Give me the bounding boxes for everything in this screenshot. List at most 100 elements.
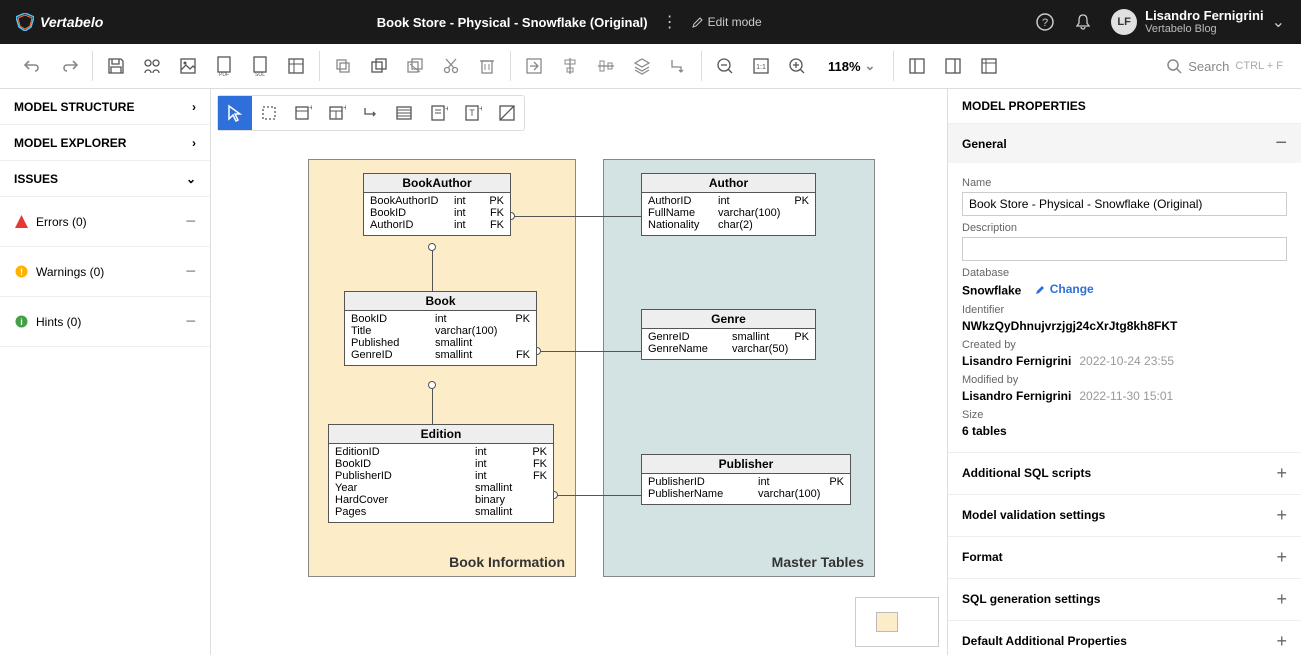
col-key: PK [484, 195, 504, 207]
add-reference-tool[interactable] [354, 96, 388, 130]
reroute-icon[interactable] [665, 53, 691, 79]
col-type: smallint [435, 337, 510, 349]
table-genre[interactable]: Genre GenreIDsmallintPK GenreNamevarchar… [641, 309, 816, 360]
section-general[interactable]: General − [948, 124, 1301, 163]
panel-right-icon[interactable] [940, 53, 966, 79]
paste-icon[interactable] [402, 53, 428, 79]
undo-button[interactable] [20, 53, 46, 79]
bell-icon[interactable] [1073, 12, 1093, 32]
redo-button[interactable] [56, 53, 82, 79]
subject-area-label: Book Information [449, 554, 565, 570]
shortcut-tool[interactable] [490, 96, 524, 130]
relationship-line[interactable] [554, 495, 641, 496]
search-box[interactable]: Search CTRL + F [1158, 54, 1291, 78]
col-key: PK [510, 313, 530, 325]
copy-icon[interactable] [330, 53, 356, 79]
col-type: int [454, 219, 484, 231]
plus-icon: + [1276, 589, 1287, 610]
col-type: int [475, 458, 527, 470]
col-key: FK [510, 349, 530, 361]
table-edition[interactable]: Edition EditionIDintPK BookIDintFK Publi… [328, 424, 554, 523]
delete-icon[interactable] [474, 53, 500, 79]
col-type: smallint [435, 349, 510, 361]
minimap[interactable] [855, 597, 939, 647]
description-input[interactable] [962, 237, 1287, 261]
avatar: LF [1111, 9, 1137, 35]
more-icon[interactable]: ⋮ [660, 12, 680, 32]
panel-left-icon[interactable] [904, 53, 930, 79]
table-author[interactable]: Author AuthorIDintPK FullNamevarchar(100… [641, 173, 816, 236]
zoom-display[interactable]: 118% ⌄ [820, 55, 883, 77]
field-label-created-by: Created by [962, 339, 1287, 351]
search-icon [1166, 58, 1182, 74]
logo-icon [16, 13, 34, 31]
sidebar-section-model-structure[interactable]: MODEL STRUCTURE › [0, 89, 210, 125]
save-icon[interactable] [103, 53, 129, 79]
relationship-line[interactable] [537, 351, 641, 352]
align-h-icon[interactable] [557, 53, 583, 79]
add-note-tool[interactable]: + [422, 96, 456, 130]
zoom-out-button[interactable] [712, 53, 738, 79]
canvas[interactable]: + + + T+ Book Information Master Tables [211, 89, 947, 655]
panel-grid-icon[interactable] [976, 53, 1002, 79]
col-name: GenreName [648, 343, 732, 355]
select-tool[interactable] [218, 96, 252, 130]
col-type: varchar(100) [718, 207, 789, 219]
user-menu[interactable]: LF Lisandro Fernigrini Vertabelo Blog ⌄ [1111, 9, 1285, 35]
section-validation[interactable]: Model validation settings+ [948, 494, 1301, 536]
cut-icon[interactable] [438, 53, 464, 79]
change-database-link[interactable]: Change [1035, 282, 1094, 296]
sidebar-item-warnings[interactable]: ! Warnings (0) − [0, 247, 210, 297]
expand-icon[interactable] [521, 53, 547, 79]
col-type: binary [475, 494, 527, 506]
xml-export-icon[interactable] [283, 53, 309, 79]
database-value: Snowflake [962, 284, 1021, 298]
col-key: PK [789, 331, 809, 343]
relationship-line[interactable] [511, 216, 641, 217]
main-toolbar: PDF SQL 1:1 118% ⌄ Search CTRL + F [0, 44, 1301, 89]
hint-icon: i [14, 315, 28, 329]
section-format[interactable]: Format+ [948, 536, 1301, 578]
col-type: varchar(100) [758, 488, 824, 500]
align-v-icon[interactable] [593, 53, 619, 79]
sidebar-section-model-explorer[interactable]: MODEL EXPLORER › [0, 125, 210, 161]
change-label: Change [1050, 282, 1094, 296]
issue-label: Errors (0) [36, 215, 87, 229]
sql-export-icon[interactable]: SQL [247, 53, 273, 79]
col-name: Year [335, 482, 475, 494]
col-key [824, 488, 844, 500]
add-text-tool[interactable]: T+ [456, 96, 490, 130]
table-publisher[interactable]: Publisher PublisherIDintPK PublisherName… [641, 454, 851, 505]
help-icon[interactable]: ? [1035, 12, 1055, 32]
duplicate-icon[interactable] [366, 53, 392, 79]
sidebar-section-issues[interactable]: ISSUES ⌄ [0, 161, 210, 197]
col-key: FK [484, 207, 504, 219]
image-export-icon[interactable] [175, 53, 201, 79]
layers-icon[interactable] [629, 53, 655, 79]
col-type: int [758, 476, 824, 488]
col-key [789, 343, 809, 355]
sidebar-item-hints[interactable]: i Hints (0) − [0, 297, 210, 347]
marquee-tool[interactable] [252, 96, 286, 130]
svg-text:+: + [479, 104, 482, 113]
table-book-author[interactable]: BookAuthor BookAuthorIDintPK BookIDintFK… [363, 173, 511, 236]
zoom-value: 118% [828, 59, 861, 74]
logo[interactable]: Vertabelo [16, 13, 103, 31]
zoom-in-button[interactable] [784, 53, 810, 79]
add-area-tool[interactable] [388, 96, 422, 130]
add-table-tool[interactable]: + [286, 96, 320, 130]
col-type: smallint [475, 482, 527, 494]
section-sql-generation[interactable]: SQL generation settings+ [948, 578, 1301, 620]
col-name: BookID [335, 458, 475, 470]
section-default-props[interactable]: Default Additional Properties+ [948, 620, 1301, 655]
name-input[interactable] [962, 192, 1287, 216]
sidebar-item-errors[interactable]: Errors (0) − [0, 197, 210, 247]
edit-mode-toggle[interactable]: Edit mode [692, 15, 762, 29]
add-view-tool[interactable]: + [320, 96, 354, 130]
section-additional-sql[interactable]: Additional SQL scripts+ [948, 452, 1301, 494]
logo-text: Vertabelo [40, 14, 103, 30]
share-icon[interactable] [139, 53, 165, 79]
zoom-reset-button[interactable]: 1:1 [748, 53, 774, 79]
pdf-export-icon[interactable]: PDF [211, 53, 237, 79]
table-book[interactable]: Book BookIDintPK Titlevarchar(100) Publi… [344, 291, 537, 366]
